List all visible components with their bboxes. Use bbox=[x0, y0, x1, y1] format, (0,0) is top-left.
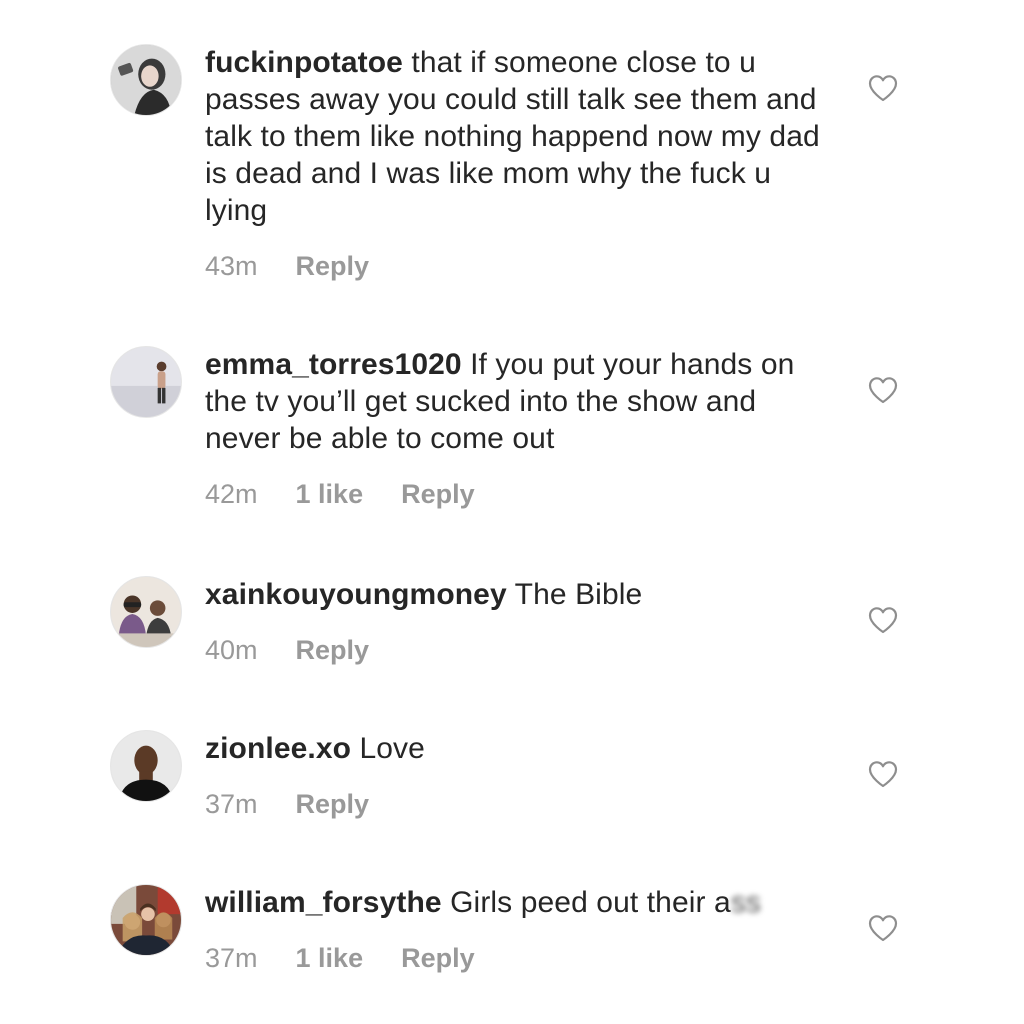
avatar[interactable] bbox=[110, 346, 182, 418]
like-heart-icon[interactable] bbox=[868, 606, 898, 634]
comment-content: Love bbox=[351, 732, 425, 765]
comment-meta: 37m Reply bbox=[205, 789, 830, 820]
comment-list: fuckinpotatoe that if someone close to u… bbox=[0, 0, 1024, 1024]
comment-username[interactable]: xainkouyoungmoney bbox=[205, 578, 507, 611]
avatar[interactable] bbox=[110, 730, 182, 802]
reply-button[interactable]: Reply bbox=[296, 635, 370, 666]
like-heart-icon[interactable] bbox=[868, 760, 898, 788]
reply-button[interactable]: Reply bbox=[401, 943, 475, 974]
avatar[interactable] bbox=[110, 44, 182, 116]
reply-button[interactable]: Reply bbox=[296, 251, 370, 282]
comment-username[interactable]: emma_torres1020 bbox=[205, 348, 462, 381]
comment-text: fuckinpotatoe that if someone close to u… bbox=[205, 44, 830, 229]
comment-body: william_forsythe Girls peed out their as… bbox=[205, 884, 830, 974]
comment-username[interactable]: william_forsythe bbox=[205, 886, 442, 919]
comment-body: fuckinpotatoe that if someone close to u… bbox=[205, 44, 830, 282]
comment-body: xainkouyoungmoney The Bible 40m Reply bbox=[205, 576, 830, 666]
comment-text: emma_torres1020 If you put your hands on… bbox=[205, 346, 830, 457]
comment-body: zionlee.xo Love 37m Reply bbox=[205, 730, 830, 820]
comment-content: The Bible bbox=[506, 578, 643, 611]
reply-button[interactable]: Reply bbox=[296, 789, 370, 820]
comment-text: zionlee.xo Love bbox=[205, 730, 830, 767]
comment-time: 43m bbox=[205, 251, 258, 281]
user-avatar-icon bbox=[111, 347, 181, 417]
comment-text: xainkouyoungmoney The Bible bbox=[205, 576, 830, 613]
avatar[interactable] bbox=[110, 576, 182, 648]
comment-meta: 37m 1 like Reply bbox=[205, 943, 830, 974]
like-count[interactable]: 1 like bbox=[296, 479, 364, 510]
user-avatar-icon bbox=[111, 45, 181, 115]
comment-time: 37m bbox=[205, 943, 258, 973]
reply-button[interactable]: Reply bbox=[401, 479, 475, 510]
comment-time: 40m bbox=[205, 635, 258, 665]
like-heart-icon[interactable] bbox=[868, 376, 898, 404]
comment-meta: 42m 1 like Reply bbox=[205, 479, 830, 510]
comment-text: william_forsythe Girls peed out their as… bbox=[205, 884, 830, 921]
comment-time: 37m bbox=[205, 789, 258, 819]
comment-content: Girls peed out their a bbox=[441, 886, 731, 919]
comment-time: 42m bbox=[205, 479, 258, 509]
avatar[interactable] bbox=[110, 884, 182, 956]
blurred-text: ss bbox=[730, 886, 762, 919]
like-heart-icon[interactable] bbox=[868, 74, 898, 102]
comment-body: emma_torres1020 If you put your hands on… bbox=[205, 346, 830, 510]
like-heart-icon[interactable] bbox=[868, 914, 898, 942]
comment-username[interactable]: zionlee.xo bbox=[205, 732, 351, 765]
like-count[interactable]: 1 like bbox=[296, 943, 364, 974]
comment-username[interactable]: fuckinpotatoe bbox=[205, 46, 403, 79]
user-avatar-icon bbox=[111, 885, 181, 955]
user-avatar-icon bbox=[111, 577, 181, 647]
comment-meta: 43m Reply bbox=[205, 251, 830, 282]
user-avatar-icon bbox=[111, 731, 181, 801]
comment-meta: 40m Reply bbox=[205, 635, 830, 666]
